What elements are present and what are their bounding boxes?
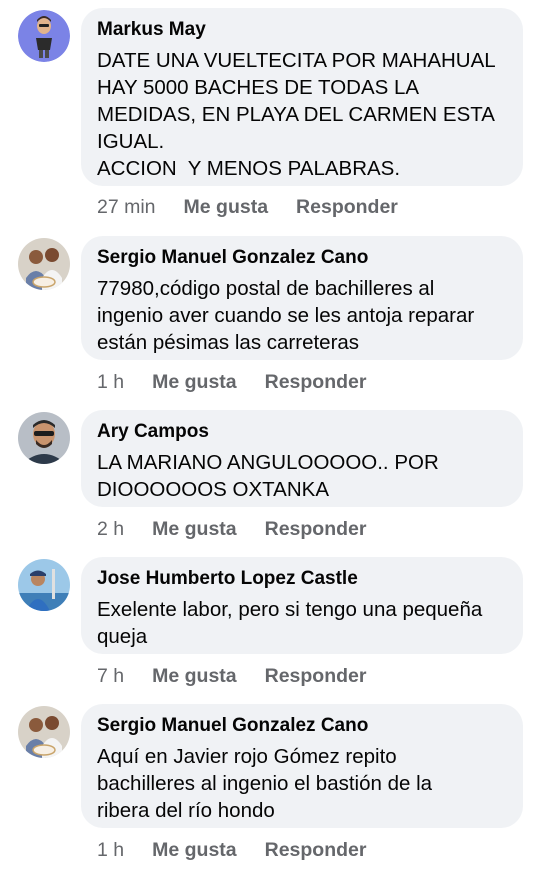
avatar[interactable] — [18, 559, 70, 611]
bitmoji-avatar-icon — [18, 10, 70, 62]
like-button[interactable]: Me gusta — [184, 196, 269, 219]
comment-bubble: Jose Humberto Lopez Castle Exelente labo… — [81, 557, 523, 654]
comment-author[interactable]: Ary Campos — [97, 420, 507, 444]
comment-timestamp[interactable]: 1 h — [97, 371, 124, 394]
comment-text: DATE UNA VUELTECITA POR MAHAHUAL HAY 500… — [97, 49, 496, 180]
comment-author[interactable]: Sergio Manuel Gonzalez Cano — [97, 246, 507, 270]
comment-actions: 2 h Me gusta Responder — [97, 515, 366, 543]
comment-text: Aquí en Javier rojo Gómez repito bachill… — [97, 745, 433, 822]
couple-photo-avatar-icon — [18, 238, 70, 290]
avatar[interactable] — [18, 10, 70, 62]
comment-author[interactable]: Sergio Manuel Gonzalez Cano — [97, 714, 507, 738]
comment-bubble: Ary Campos LA MARIANO ANGULOOOOO.. POR D… — [81, 410, 523, 507]
man-sunglasses-avatar-icon — [18, 412, 70, 464]
reply-button[interactable]: Responder — [265, 839, 367, 862]
comment-text: 77980,código postal de bachilleres al in… — [97, 277, 475, 354]
reply-button[interactable]: Responder — [265, 371, 367, 394]
avatar[interactable] — [18, 238, 70, 290]
comment-text: LA MARIANO ANGULOOOOO.. POR DIOOOOOOS OX… — [97, 451, 439, 501]
avatar[interactable] — [18, 706, 70, 758]
comment-actions: 1 h Me gusta Responder — [97, 836, 366, 864]
man-outdoors-avatar-icon — [18, 559, 70, 611]
comment-timestamp[interactable]: 1 h — [97, 839, 124, 862]
couple-photo-avatar-icon — [18, 706, 70, 758]
comment-bubble: Markus May DATE UNA VUELTECITA POR MAHAH… — [81, 8, 523, 186]
reply-button[interactable]: Responder — [296, 196, 398, 219]
comment-actions: 27 min Me gusta Responder — [97, 193, 398, 221]
like-button[interactable]: Me gusta — [152, 518, 237, 541]
like-button[interactable]: Me gusta — [152, 839, 237, 862]
comment-bubble: Sergio Manuel Gonzalez Cano Aquí en Javi… — [81, 704, 523, 828]
like-button[interactable]: Me gusta — [152, 371, 237, 394]
comment-bubble: Sergio Manuel Gonzalez Cano 77980,código… — [81, 236, 523, 360]
comment-timestamp[interactable]: 7 h — [97, 665, 124, 688]
avatar[interactable] — [18, 412, 70, 464]
comment-timestamp[interactable]: 27 min — [97, 196, 156, 219]
comment-actions: 7 h Me gusta Responder — [97, 662, 366, 690]
comment-text: Exelente labor, pero si tengo una pequeñ… — [97, 598, 483, 648]
comment-actions: 1 h Me gusta Responder — [97, 368, 366, 396]
comment-author[interactable]: Jose Humberto Lopez Castle — [97, 567, 507, 591]
comment-author[interactable]: Markus May — [97, 18, 507, 42]
comment-timestamp[interactable]: 2 h — [97, 518, 124, 541]
reply-button[interactable]: Responder — [265, 518, 367, 541]
like-button[interactable]: Me gusta — [152, 665, 237, 688]
reply-button[interactable]: Responder — [265, 665, 367, 688]
